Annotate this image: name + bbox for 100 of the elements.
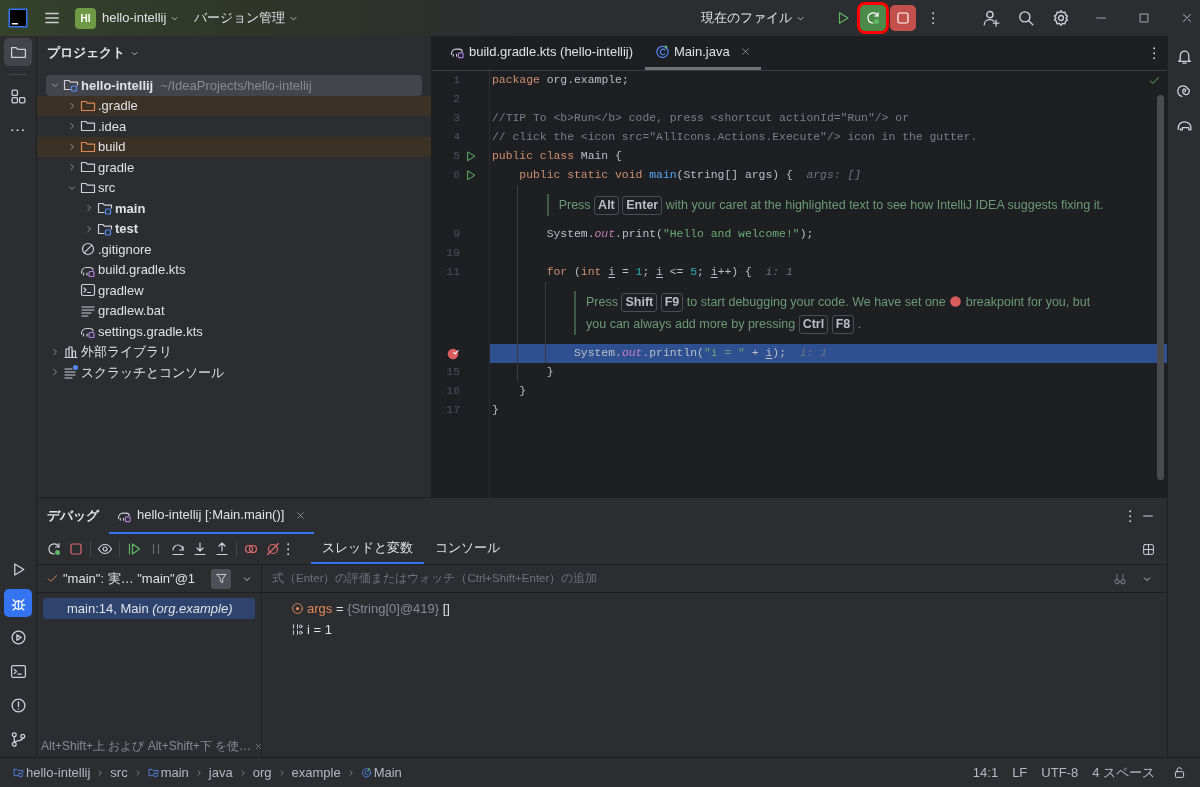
tree-item[interactable]: hello-intellij ~/IdeaProjects/hello-intellij xyxy=(46,75,422,96)
breakpoint-icon[interactable] xyxy=(446,346,460,361)
project-path: ~/IdeaProjects/hello-intellij xyxy=(160,76,312,95)
more-icon[interactable] xyxy=(1152,46,1155,60)
tool-window-button[interactable] xyxy=(4,589,32,617)
tree-item[interactable]: スクラッチとコンソール xyxy=(37,362,431,383)
breadcrumb[interactable]: org xyxy=(252,762,272,783)
search-icon[interactable] xyxy=(1017,9,1035,27)
tree-item[interactable]: test xyxy=(37,218,431,239)
settings-icon[interactable] xyxy=(1052,9,1070,27)
breadcrumb[interactable]: main xyxy=(147,762,189,783)
thread-selector[interactable]: "main": 実… "main"@1 xyxy=(63,568,196,589)
tip-text: Press Alt Enter with your caret at the highlighted text to see how IntelliJ IDEA suggests fixing it. xyxy=(546,194,1104,216)
tree-item[interactable]: .gradle xyxy=(37,95,431,116)
rerun-debug-icon[interactable] xyxy=(46,541,62,557)
glasses-icon[interactable] xyxy=(1113,571,1127,586)
module-folder-icon xyxy=(63,77,79,94)
filter-icon xyxy=(214,572,228,585)
scratch-icon xyxy=(63,364,79,381)
tree-item[interactable]: gradle xyxy=(37,157,431,178)
structure-icon xyxy=(9,87,27,105)
breadcrumb[interactable]: Main xyxy=(360,762,402,783)
debugger-tab[interactable]: コンソール xyxy=(424,534,512,564)
hint-text: Alt+Shift+上 および Alt+Shift+下 を使… xyxy=(41,738,252,755)
more-icon xyxy=(931,11,935,25)
close-icon[interactable] xyxy=(739,46,751,57)
lock-icon[interactable] xyxy=(1173,766,1186,779)
more-icon[interactable] xyxy=(1128,509,1131,523)
project-selector[interactable]: hello-intellij xyxy=(102,8,181,28)
tree-item[interactable]: .gitignore xyxy=(37,239,431,260)
services-icon xyxy=(9,628,27,646)
code-line: } xyxy=(519,383,527,399)
more-icon[interactable] xyxy=(287,542,290,556)
tree-item[interactable]: src xyxy=(37,177,431,198)
add-user-icon[interactable] xyxy=(982,9,1000,27)
close-icon[interactable] xyxy=(295,509,307,521)
problems-icon xyxy=(9,696,27,714)
filter-button[interactable] xyxy=(211,568,231,589)
step-into-icon[interactable] xyxy=(192,541,208,557)
scrollbar-thumb[interactable] xyxy=(1157,95,1164,480)
run-configuration-selector[interactable]: 現在のファイル xyxy=(701,8,806,28)
code-line: public static void main(String[] args) { xyxy=(519,167,793,183)
tool-window-button[interactable] xyxy=(4,38,32,66)
breadcrumb[interactable]: hello-intellij xyxy=(13,762,91,783)
inline-value-hint: i: 1 xyxy=(799,345,827,361)
project-badge: HI xyxy=(75,7,96,29)
status-item[interactable]: LF xyxy=(1012,762,1028,783)
maximize-icon[interactable] xyxy=(1137,11,1151,25)
git-branch-icon xyxy=(9,730,27,748)
tree-item[interactable]: gradlew.bat xyxy=(37,300,431,321)
status-item[interactable]: 4 スペース xyxy=(1092,762,1155,783)
status-item[interactable]: UTF-8 xyxy=(1041,762,1079,783)
vcs-menu[interactable]: バージョン管理 xyxy=(194,8,300,28)
variable-entry[interactable]: i = 1 xyxy=(307,619,332,640)
library-icon xyxy=(63,343,79,360)
panel-title: デバッグ xyxy=(47,507,99,526)
code-line: // click the <icon src="AllIcons.Actions.Execute"/> icon in the gutter. xyxy=(492,129,978,145)
close-icon[interactable] xyxy=(254,741,264,751)
inline-value-hint: i: 1 xyxy=(765,264,793,280)
stop-icon[interactable] xyxy=(68,541,84,557)
source-folder-icon xyxy=(147,767,159,778)
breadcrumb[interactable]: java xyxy=(208,762,233,783)
more-icon xyxy=(11,128,25,132)
check-icon xyxy=(46,572,59,585)
breadcrumb[interactable]: src xyxy=(110,762,128,783)
code-line: //TIP To <b>Run</b> code, press <shortcut actionId="Run"/> or xyxy=(492,110,909,126)
close-icon[interactable] xyxy=(1180,11,1194,25)
stop-icon xyxy=(895,10,911,26)
step-over-icon[interactable] xyxy=(170,541,186,557)
step-out-icon[interactable] xyxy=(214,541,230,557)
variable-entry[interactable]: args = {String[0]@419} [] xyxy=(307,598,450,619)
stack-frame[interactable]: main:14, Main (org.example) xyxy=(43,598,255,619)
tree-item[interactable]: gradlew xyxy=(37,280,431,301)
editor-tab[interactable]: Main.java xyxy=(645,36,761,70)
breakpoint-icon xyxy=(949,295,963,308)
code-line: } xyxy=(546,364,554,380)
session-tab[interactable]: hello-intellij [:Main.main()] xyxy=(109,498,315,534)
mute-breakpoints-icon[interactable] xyxy=(265,541,281,557)
resume-icon[interactable] xyxy=(126,541,142,557)
debugger-tab[interactable]: スレッドと変数 xyxy=(311,534,425,564)
tree-item[interactable]: .idea xyxy=(37,116,431,137)
layout-icon[interactable] xyxy=(1142,542,1155,556)
tree-item[interactable]: build.gradle.kts xyxy=(37,259,431,280)
app-logo-icon[interactable] xyxy=(8,8,28,28)
breadcrumb[interactable]: example xyxy=(291,762,341,783)
debug-button[interactable] xyxy=(860,5,886,31)
inspection-ok-icon[interactable] xyxy=(1148,74,1161,87)
eye-icon[interactable] xyxy=(97,541,113,557)
primitive-icon xyxy=(291,623,304,636)
panel-title[interactable]: プロジェクト xyxy=(47,43,140,63)
tree-item[interactable]: 外部ライブラリ xyxy=(37,341,431,362)
tip-text: Press Shift F9 to start debugging your code. We have set one breakpoint for you, but you can always add more by pressing Ctrl F8 . xyxy=(574,291,1091,335)
editor-tab[interactable]: build.gradle.kts (hello-intellij) xyxy=(440,36,644,70)
tree-item[interactable]: build xyxy=(37,136,431,157)
stop-button[interactable] xyxy=(890,5,916,31)
tree-item[interactable]: settings.gradle.kts xyxy=(37,321,431,342)
terminal-icon xyxy=(9,662,27,680)
tree-item[interactable]: main xyxy=(37,198,431,219)
status-item[interactable]: 14:1 xyxy=(972,762,999,783)
module-icon xyxy=(13,767,24,778)
